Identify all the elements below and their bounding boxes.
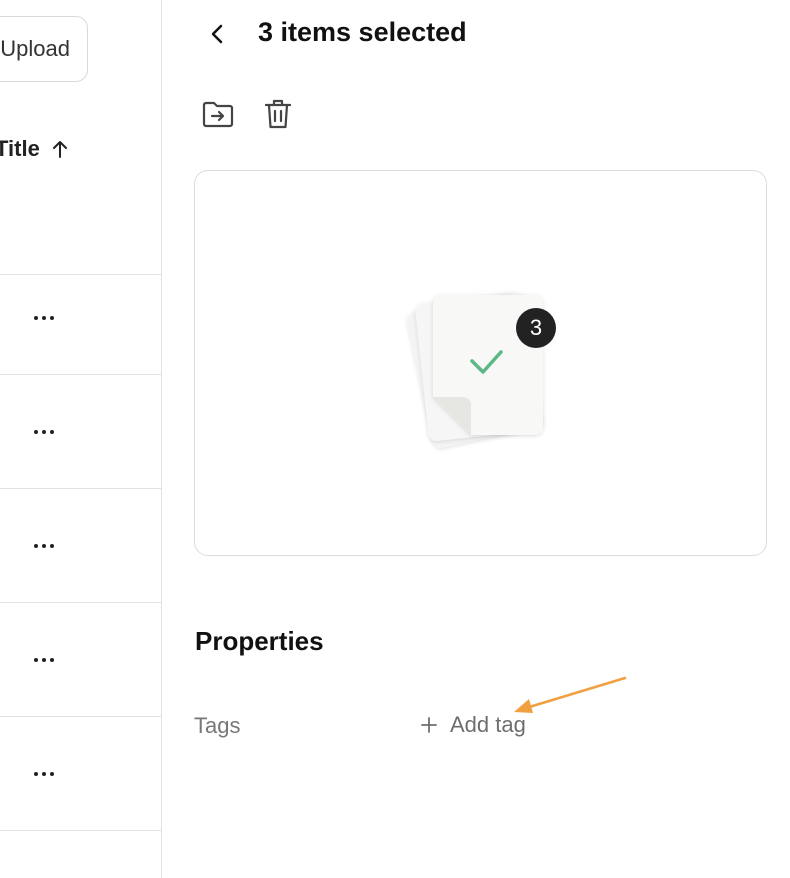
row-more-button[interactable] — [28, 764, 60, 784]
row-more-button[interactable] — [28, 308, 60, 328]
row-divider — [0, 602, 161, 603]
row-more-button[interactable] — [28, 536, 60, 556]
row-more-button[interactable] — [28, 650, 60, 670]
annotation-arrow-icon — [514, 676, 627, 713]
upload-button-label: Upload — [0, 36, 70, 61]
file-list-pane: Upload Title — [0, 0, 162, 878]
title-column-header[interactable]: Title — [0, 136, 68, 162]
row-divider — [0, 830, 161, 831]
row-divider — [0, 274, 161, 275]
selection-title: 3 items selected — [258, 17, 467, 47]
row-divider — [0, 374, 161, 375]
upload-button[interactable]: Upload — [0, 16, 88, 82]
row-more-button[interactable] — [28, 422, 60, 442]
chevron-left-icon[interactable] — [206, 22, 228, 46]
plus-icon — [421, 717, 437, 733]
selected-count: 3 — [530, 315, 542, 340]
properties-heading: Properties — [195, 626, 324, 656]
tags-label: Tags — [194, 713, 241, 738]
row-divider — [0, 488, 161, 489]
row-divider — [0, 716, 161, 717]
title-column-label: Title — [0, 136, 40, 161]
folder-move-icon[interactable] — [201, 98, 235, 130]
page: Upload Title 3 — [0, 0, 790, 878]
file-stack-illustration: 3 — [407, 292, 556, 448]
arrow-up-icon — [52, 141, 67, 158]
trash-icon[interactable] — [263, 97, 293, 131]
